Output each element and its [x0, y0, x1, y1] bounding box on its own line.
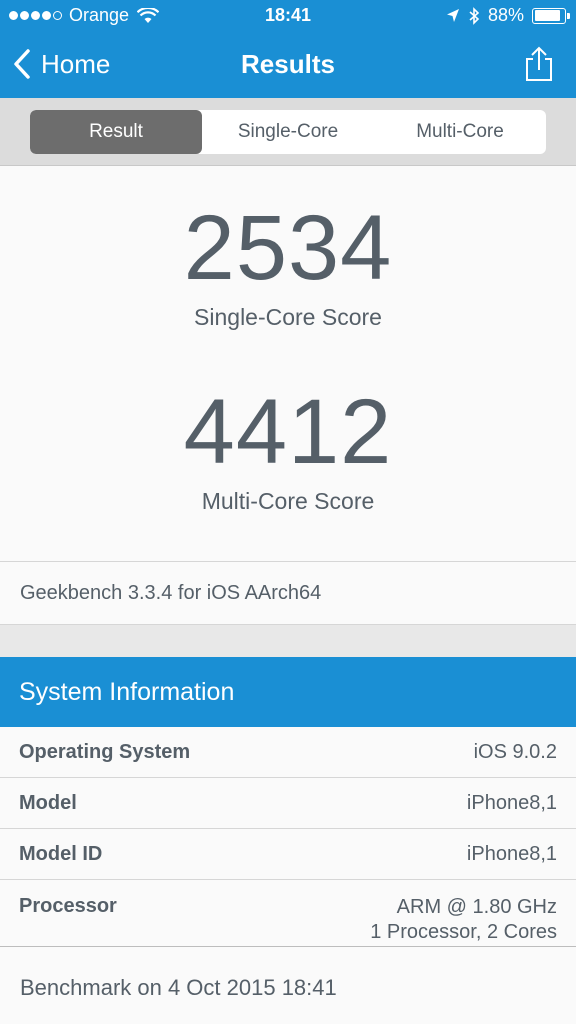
info-value: iOS 9.0.2: [473, 740, 557, 763]
location-arrow-icon: [446, 8, 459, 22]
info-value: iPhone8,1: [466, 842, 557, 865]
info-key: Model: [19, 791, 77, 814]
processor-cores: 1 Processor, 2 Cores: [370, 921, 557, 943]
scores-panel: 2534 Single-Core Score 4412 Multi-Core S…: [0, 166, 576, 562]
battery-percent: 88%: [487, 5, 524, 25]
multi-core-score-label: Multi-Core Score: [201, 488, 375, 514]
info-row-processor: Processor ARM @ 1.80 GHz 1 Processor, 2 …: [0, 880, 576, 948]
bluetooth-icon: [469, 6, 480, 25]
benchmark-date: Benchmark on 4 Oct 2015 18:41: [0, 946, 576, 1024]
single-core-score-label: Single-Core Score: [194, 304, 382, 330]
info-key: Processor: [19, 895, 117, 917]
info-value: ARM @ 1.80 GHz 1 Processor, 2 Cores: [370, 895, 557, 945]
info-row-model: Model iPhone8,1: [0, 778, 576, 829]
processor-frequency: ARM @ 1.80 GHz: [396, 896, 557, 918]
share-icon[interactable]: [524, 46, 554, 82]
tab-result[interactable]: Result: [30, 110, 202, 154]
single-core-score-value: 2534: [183, 197, 393, 299]
tab-multi-core[interactable]: Multi-Core: [374, 110, 546, 154]
system-information-table: Operating System iOS 9.0.2 Model iPhone8…: [0, 727, 576, 948]
info-row-operating-system: Operating System iOS 9.0.2: [0, 727, 576, 778]
segmented-control-bar: Result Single-Core Multi-Core: [0, 98, 576, 166]
status-right: 88%: [446, 5, 570, 26]
info-row-model-id: Model ID iPhone8,1: [0, 829, 576, 880]
version-row: Geekbench 3.3.4 for iOS AArch64: [0, 562, 576, 625]
battery-fill: [534, 10, 561, 21]
info-key: Operating System: [19, 740, 191, 763]
navigation-bar: Home Results: [0, 32, 576, 98]
system-information-header: System Information: [0, 657, 576, 727]
page-title: Results: [241, 49, 335, 79]
tab-single-core[interactable]: Single-Core: [202, 110, 374, 154]
battery-icon: [532, 7, 570, 24]
section-spacer: [0, 625, 576, 657]
info-key: Model ID: [19, 842, 103, 865]
info-value: iPhone8,1: [466, 791, 557, 814]
segmented-control: Result Single-Core Multi-Core: [30, 110, 546, 154]
multi-core-score-value: 4412: [183, 381, 393, 483]
status-bar: Orange 18:41 88%: [0, 0, 576, 32]
